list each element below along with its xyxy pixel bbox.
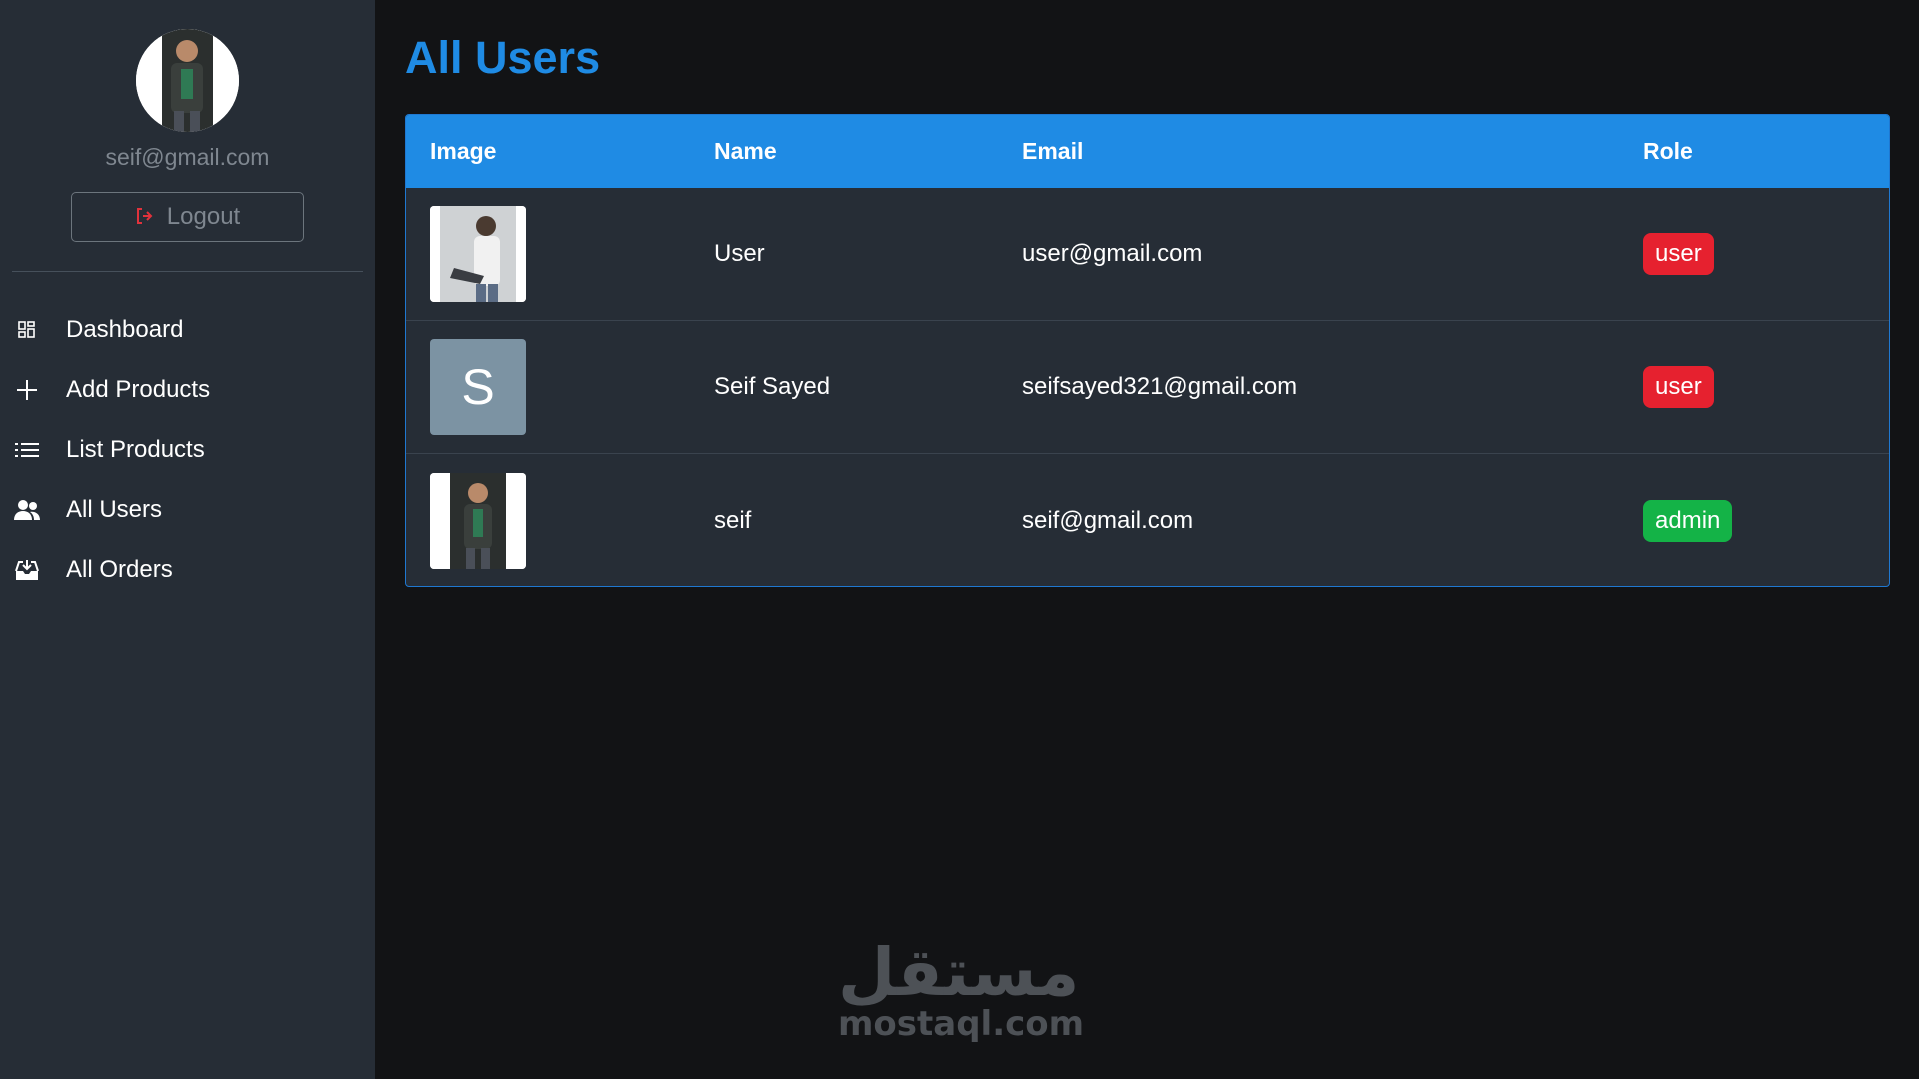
table-row[interactable]: User user@gmail.com user bbox=[406, 188, 1889, 321]
sidebar-item-label: All Users bbox=[66, 496, 163, 523]
dashboard-icon bbox=[14, 317, 40, 343]
watermark-arabic: مستقل bbox=[838, 934, 1080, 1011]
column-header-email: Email bbox=[1022, 138, 1084, 164]
table-row[interactable]: S Seif Sayed seifsayed321@gmail.com user bbox=[406, 321, 1889, 454]
column-header-role: Role bbox=[1643, 138, 1693, 164]
user-name: seif bbox=[714, 506, 752, 534]
avatar[interactable] bbox=[136, 29, 239, 132]
user-photo-icon bbox=[430, 206, 526, 302]
sidebar-item-label: All Orders bbox=[66, 556, 173, 583]
user-email-cell: user@gmail.com bbox=[1022, 240, 1203, 267]
user-thumbnail bbox=[430, 206, 526, 302]
logout-button[interactable]: Logout bbox=[71, 192, 304, 242]
column-header-image: Image bbox=[430, 138, 497, 164]
plus-icon bbox=[14, 377, 40, 403]
page-title: All Users bbox=[405, 32, 601, 83]
sidebar-item-label: Add Products bbox=[66, 376, 211, 403]
sidebar-item-label: List Products bbox=[66, 436, 205, 463]
role-badge: admin bbox=[1643, 499, 1733, 542]
column-header-name: Name bbox=[714, 138, 777, 164]
avatar-photo-icon bbox=[136, 29, 239, 132]
table-row[interactable]: seif seif@gmail.com admin bbox=[406, 454, 1889, 586]
watermark-latin: mostaql.com bbox=[838, 1004, 1085, 1044]
user-thumbnail bbox=[430, 472, 526, 569]
user-email-cell: seif@gmail.com bbox=[1022, 506, 1194, 534]
user-initial-avatar: S bbox=[430, 339, 526, 435]
watermark-logo: مستقل mostaql.com bbox=[838, 934, 1085, 1045]
sidebar-item-label: Dashboard bbox=[66, 316, 184, 343]
sidebar-item-dashboard[interactable]: Dashboard bbox=[0, 300, 375, 360]
logout-label: Logout bbox=[166, 203, 241, 230]
sidebar-item-all-users[interactable]: All Users bbox=[0, 480, 375, 540]
user-photo-icon bbox=[430, 472, 526, 569]
user-name: Seif Sayed bbox=[714, 373, 831, 400]
user-email-cell: seifsayed321@gmail.com bbox=[1022, 373, 1298, 400]
logout-icon bbox=[135, 207, 153, 228]
table-header: Image Name Email Role bbox=[406, 115, 1889, 188]
sidebar-divider bbox=[12, 271, 363, 272]
users-icon bbox=[14, 497, 40, 523]
role-badge: user bbox=[1643, 366, 1714, 408]
sidebar-item-all-orders[interactable]: All Orders bbox=[0, 540, 375, 600]
sidebar-item-add-products[interactable]: Add Products bbox=[0, 360, 375, 420]
sidebar-item-list-products[interactable]: List Products bbox=[0, 420, 375, 480]
users-table: Image Name Email Role User user@gmail.co… bbox=[405, 114, 1890, 587]
list-icon bbox=[14, 437, 40, 463]
inbox-icon bbox=[14, 557, 40, 583]
role-badge: user bbox=[1643, 233, 1714, 275]
user-name: User bbox=[714, 240, 765, 267]
user-email: seif@gmail.com bbox=[105, 144, 270, 170]
sidebar-nav: Dashboard Add Products List Products All… bbox=[0, 300, 375, 600]
sidebar: seif@gmail.com Logout Dashboard Add Prod… bbox=[0, 0, 375, 1079]
